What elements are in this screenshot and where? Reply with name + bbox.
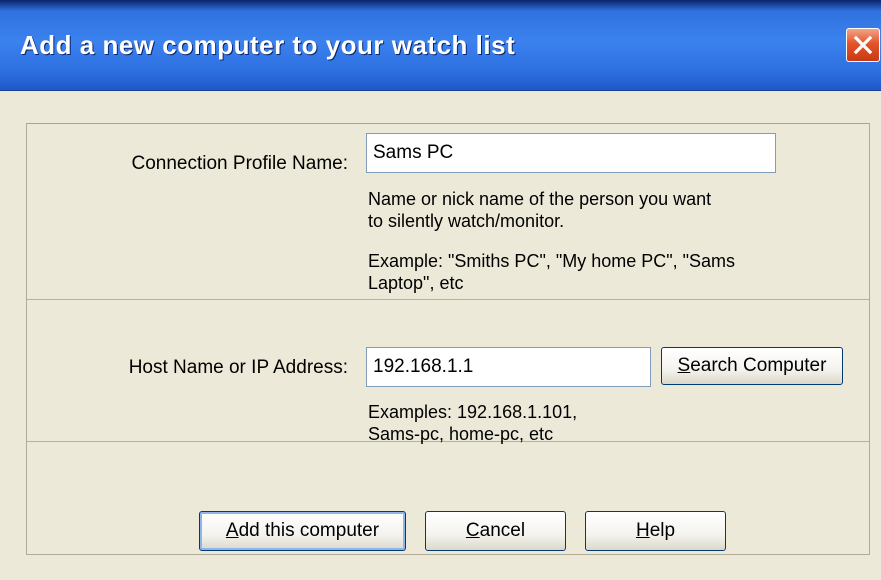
profile-name-label: Connection Profile Name:	[131, 153, 349, 174]
cancel-button-label: ancel	[479, 520, 526, 541]
add-button-label: dd this computer	[238, 520, 380, 541]
help-button-accel: H	[635, 520, 650, 541]
search-computer-button[interactable]: Search Computer	[661, 347, 843, 385]
help-button-label: elp	[649, 520, 676, 541]
dialog-body: Connection Profile Name: Name or nick na…	[0, 91, 881, 580]
profile-hint-line1: Name or nick name of the person you want	[368, 189, 712, 209]
profile-example-line1: Example: "Smiths PC", "My home PC", "Sam…	[368, 251, 736, 271]
cancel-button-accel: C	[465, 520, 480, 541]
search-button-accel: S	[677, 355, 691, 376]
host-label: Host Name or IP Address:	[128, 357, 348, 378]
profile-hint-line2: to silently watch/monitor.	[368, 211, 565, 231]
host-examples: Examples: 192.168.1.101, Sams-pc, home-p…	[368, 401, 577, 445]
add-computer-button[interactable]: Add this computer	[199, 511, 406, 551]
profile-example-line2: Laptop", etc	[368, 273, 464, 293]
cancel-button[interactable]: Cancel	[425, 511, 566, 551]
host-examples-line1: Examples: 192.168.1.101,	[368, 402, 578, 422]
host-input[interactable]	[366, 347, 651, 387]
host-examples-line2: Sams-pc, home-pc, etc	[368, 424, 554, 444]
help-button[interactable]: Help	[585, 511, 726, 551]
profile-hint: Name or nick name of the person you want…	[368, 188, 711, 232]
profile-name-input[interactable]	[366, 133, 776, 173]
search-button-label: earch Computer	[690, 355, 827, 376]
window-title: Add a new computer to your watch list	[20, 30, 516, 60]
profile-example: Example: "Smiths PC", "My home PC", "Sam…	[368, 250, 735, 294]
add-button-accel: A	[225, 520, 239, 541]
title-bar: Add a new computer to your watch list	[0, 0, 881, 91]
close-button[interactable]	[846, 28, 880, 62]
close-x-icon	[853, 35, 873, 55]
